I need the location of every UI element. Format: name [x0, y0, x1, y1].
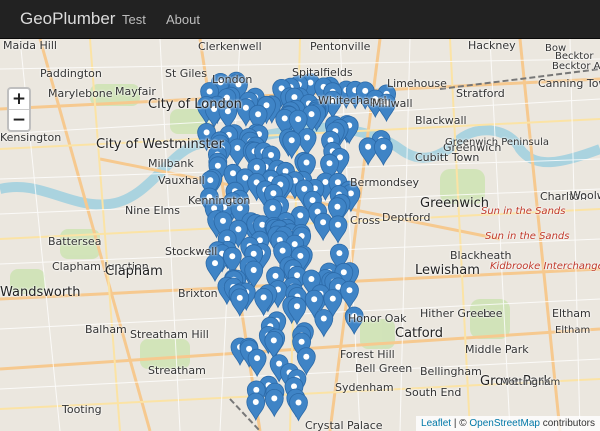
- map-marker-pin[interactable]: [289, 393, 308, 422]
- map-label: Mottingham: [500, 377, 561, 388]
- map-label: City of Westminster: [96, 137, 224, 152]
- map-label: Hither Green: [420, 307, 491, 320]
- map-label: St Giles: [165, 67, 207, 80]
- map-marker-pin[interactable]: [328, 215, 348, 244]
- map-label: Blackwall: [415, 114, 467, 127]
- map-label: Stockwell: [165, 245, 218, 258]
- map-label: Kidbrooke Interchange: [490, 261, 600, 272]
- map-label: Cross: [350, 214, 381, 227]
- map-label: Forest Hill: [340, 348, 395, 361]
- zoom-out-button[interactable]: −: [9, 110, 29, 130]
- leaflet-link[interactable]: Leaflet: [421, 418, 451, 429]
- map-marker-pin[interactable]: [264, 389, 284, 418]
- map-label: Paddington: [40, 67, 102, 80]
- attribution-separator: | ©: [451, 418, 470, 429]
- map-label: Battersea: [48, 235, 102, 248]
- zoom-in-button[interactable]: +: [9, 89, 29, 109]
- map-label: London: [212, 73, 253, 86]
- map-label: Lewisham: [415, 263, 480, 278]
- map-label: Crystal Palace: [305, 419, 383, 431]
- attribution-suffix: contributors: [539, 418, 595, 429]
- map-label: Pentonville: [310, 40, 371, 53]
- navbar: GeoPlumber Test About: [0, 0, 600, 39]
- map-label: Eltham: [552, 307, 591, 320]
- map-label: Wandsworth: [0, 285, 81, 300]
- map-label: Cubitt Town: [415, 151, 480, 164]
- map-label: Eltham: [555, 325, 591, 336]
- nav-test-link[interactable]: Test: [122, 12, 146, 27]
- map-label: Middle Park: [465, 343, 529, 356]
- map-label: Bermondsey: [350, 176, 420, 189]
- map-label: South End: [405, 386, 462, 399]
- map-label: Kennington: [188, 194, 251, 207]
- map-label: Sun in the Sands: [481, 206, 566, 217]
- map-label: Canning Town: [538, 77, 600, 90]
- map-marker-pin[interactable]: [246, 392, 266, 422]
- map-label: Balham: [85, 323, 127, 336]
- map-label: Catford: [395, 326, 444, 341]
- map-label: Lee: [483, 307, 503, 320]
- map-label: Millbank: [148, 157, 194, 170]
- map-marker-pin[interactable]: [373, 137, 393, 167]
- map-label: Marylebone: [48, 87, 113, 100]
- map-label: Streatham Hill: [130, 328, 209, 341]
- map-label: Bell Green: [355, 362, 413, 375]
- map-label: Hackney: [468, 39, 516, 52]
- zoom-control: + −: [7, 87, 31, 132]
- map-label: Honor Oak: [348, 312, 407, 325]
- osm-link[interactable]: OpenStreetMap: [469, 418, 540, 429]
- map-label: Sydenham: [335, 381, 394, 394]
- map-marker-pin[interactable]: [358, 137, 378, 166]
- map-label: Greenwich Peninsula: [445, 137, 549, 148]
- map-label: Sun in the Sands: [485, 231, 570, 242]
- map-label: Vauxhall: [158, 174, 205, 187]
- map-label: Spitalfields: [292, 66, 353, 79]
- map-label: Greenwich: [420, 196, 489, 211]
- map-label: Woolw: [570, 189, 600, 202]
- map-marker-pin[interactable]: [230, 288, 250, 317]
- map-label: Millwall: [372, 97, 413, 110]
- map-label: Becktor Alp: [552, 61, 600, 72]
- map-label: Clapham: [105, 264, 163, 279]
- map-label: Tooting: [62, 403, 102, 416]
- map-label: Kensington: [0, 131, 62, 144]
- map-label: Brixton: [178, 287, 218, 300]
- map-label: Bellingham: [420, 365, 482, 378]
- map-label: Clerkenwell: [198, 40, 262, 53]
- map-container[interactable]: Maida Hill Clerkenwell Pentonville Hackney B…: [0, 39, 600, 431]
- map-label: Maida Hill: [3, 39, 57, 52]
- map-marker-pin[interactable]: [340, 280, 359, 310]
- map-label: Limehouse: [387, 77, 447, 90]
- map-label: City of London: [148, 97, 242, 112]
- map-marker-pin[interactable]: [254, 288, 274, 317]
- map-label: Deptford: [382, 211, 431, 224]
- brand-link[interactable]: GeoPlumber: [20, 9, 115, 29]
- attribution: Leaflet | © OpenStreetMap contributors: [416, 416, 600, 431]
- map-marker-pin[interactable]: [205, 253, 225, 283]
- map-marker-pin[interactable]: [314, 309, 334, 338]
- nav-about-link[interactable]: About: [166, 12, 200, 27]
- map-label: Streatham: [148, 364, 206, 377]
- map-label: Nine Elms: [125, 204, 180, 217]
- map-label: Stratford: [456, 87, 505, 100]
